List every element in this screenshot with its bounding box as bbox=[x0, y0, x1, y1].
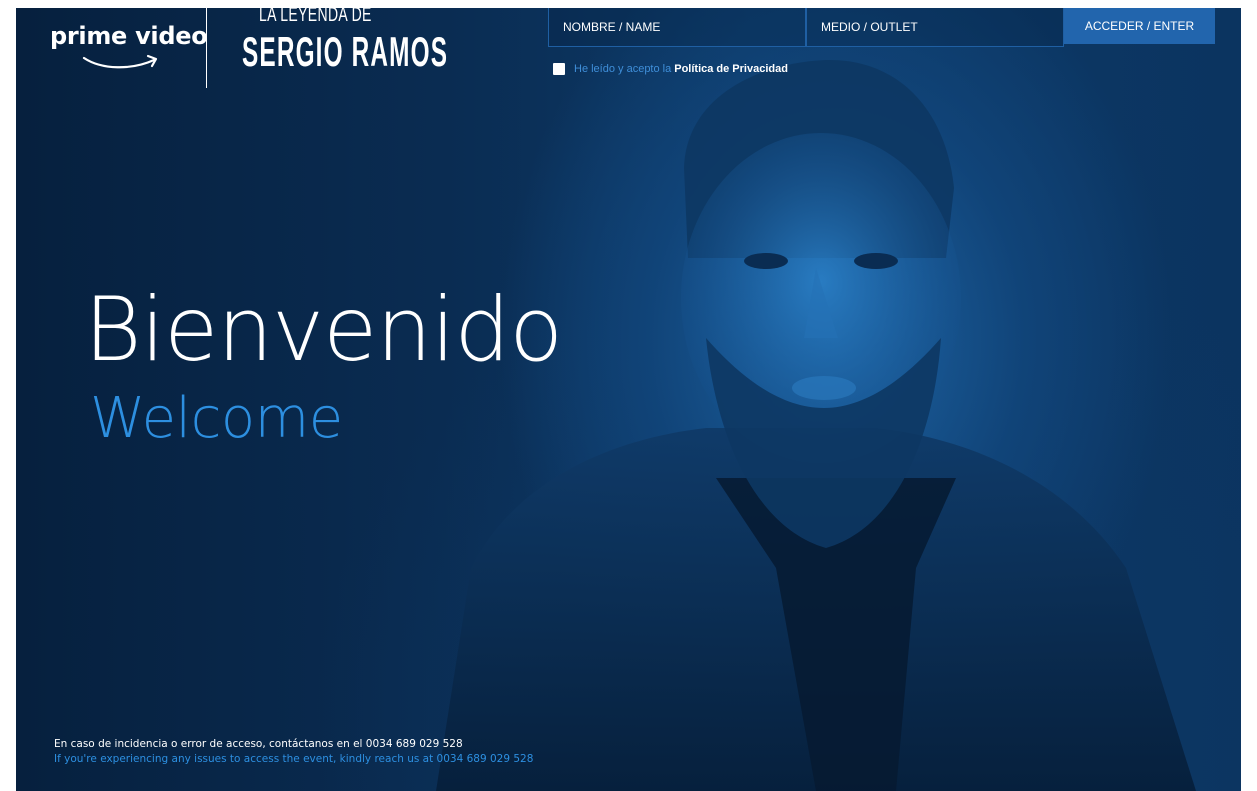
name-input[interactable] bbox=[549, 8, 805, 46]
show-logo-main: SERGIO RAMOS bbox=[242, 28, 449, 75]
welcome-subtitle: Welcome bbox=[90, 386, 343, 451]
amazon-smile-icon bbox=[82, 54, 158, 69]
checkbox-icon[interactable] bbox=[553, 63, 565, 75]
welcome-title: Bienvenido bbox=[84, 278, 563, 381]
outlet-field[interactable] bbox=[806, 8, 1064, 47]
hero-stage: prime video LA LEYENDA DE SERGIO RAMOS A… bbox=[16, 8, 1241, 791]
support-text-es: En caso de incidencia o error de acceso,… bbox=[54, 738, 463, 750]
privacy-policy-link[interactable]: Política de Privacidad bbox=[674, 63, 788, 75]
logo-divider bbox=[206, 8, 207, 88]
show-logo-top: LA LEYENDA DE bbox=[259, 8, 372, 26]
privacy-consent: He leído y acepto la Política de Privaci… bbox=[553, 63, 788, 75]
enter-button[interactable]: ACCEDER / ENTER bbox=[1064, 8, 1215, 44]
privacy-text: He leído y acepto la bbox=[574, 63, 672, 75]
prime-video-logo: prime video bbox=[50, 22, 208, 50]
outlet-input[interactable] bbox=[807, 8, 1063, 46]
name-field[interactable] bbox=[548, 8, 806, 47]
support-text-en: If you're experiencing any issues to acc… bbox=[54, 753, 534, 765]
